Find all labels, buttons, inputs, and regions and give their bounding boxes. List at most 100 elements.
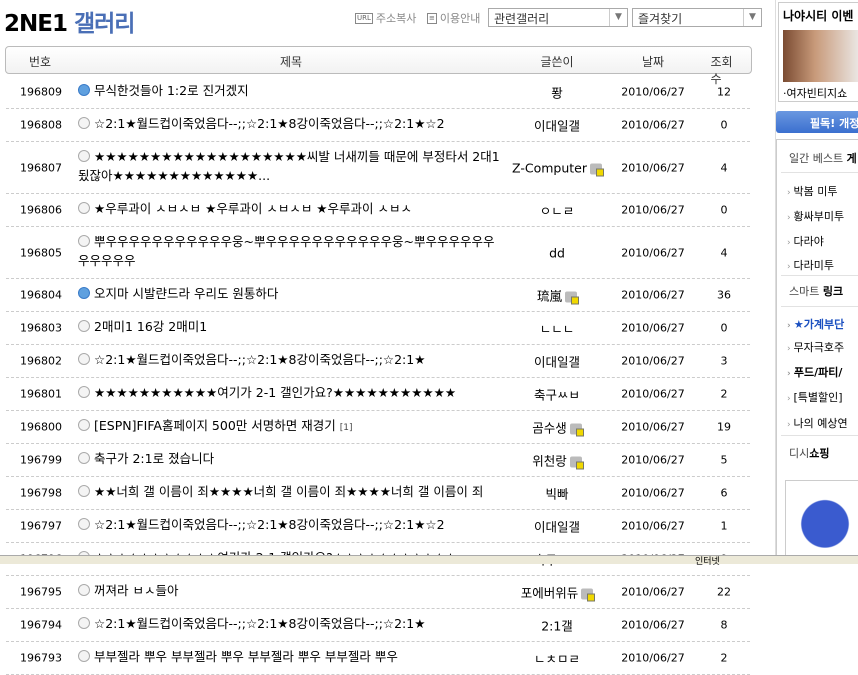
table-row: 196805 뿌우우우우우우우우우우우웅~뿌우우우우우우우우우우우웅~뿌우우우우… [6, 227, 750, 279]
best-item[interactable]: 다라야 [787, 233, 823, 249]
gallery-title[interactable]: 2NE1 갤러리 [4, 4, 135, 38]
related-gallery-select[interactable]: 관련갤러리 ▼ [488, 8, 628, 27]
post-views: 4 [720, 161, 728, 174]
post-number: 196800 [20, 420, 62, 434]
post-date: 2010/06/27 [621, 85, 685, 99]
notice-button[interactable]: 필독! 개정 [776, 111, 858, 133]
document-icon: ≡ [427, 12, 437, 24]
smart-link[interactable]: 푸드/파티/ [787, 364, 843, 380]
best-item[interactable]: 다라미투 [787, 257, 833, 273]
post-number: 196809 [20, 85, 62, 99]
post-author[interactable]: ㄴㅊㅁㄹ [506, 649, 608, 668]
post-author[interactable]: 곰수생 [506, 418, 608, 437]
post-number: 196801 [20, 387, 62, 401]
text-post-icon [78, 386, 90, 398]
best-item[interactable]: 박봄 미투 [787, 183, 837, 199]
table-row: 196800 [ESPN]FIFA홈페이지 500만 서명하면 재경기 [1] … [6, 411, 750, 444]
post-author[interactable]: 포에버위듀 [506, 583, 608, 602]
post-views: 0 [720, 118, 728, 132]
post-title-link[interactable]: 무식한것들아 1:2로 진거겠지 [78, 76, 503, 108]
smart-link[interactable]: 무자극호주 [787, 339, 844, 355]
smart-link[interactable]: 나의 예상연 [787, 415, 847, 431]
col-author[interactable]: 글쓴이 [540, 53, 573, 70]
post-title-link[interactable]: ☆2:1★월드컵이죽었음다--;;☆2:1★8강이죽었음다--;;☆2:1★ [78, 345, 503, 377]
daily-best-heading: 일간 베스트 게 [789, 152, 857, 165]
post-author[interactable]: 빅빠 [506, 484, 608, 503]
post-title-link[interactable]: ☆2:1★월드컵이죽었음다--;;☆2:1★8강이죽었음다--;;☆2:1★☆2 [78, 109, 503, 141]
post-views: 3 [720, 354, 728, 368]
smart-link[interactable]: ★가계부단 [787, 316, 844, 332]
post-title-link[interactable]: ☆2:1★월드컵이죽었음다--;;☆2:1★8강이죽었음다--;;☆2:1★ [78, 609, 503, 641]
post-title-link[interactable]: 오지마 시발랸드라 우리도 원통하다 [78, 279, 503, 311]
post-views: 5 [720, 453, 728, 467]
post-date: 2010/06/27 [621, 288, 685, 302]
post-title-link[interactable]: 부부젤라 뿌우 부부젤라 뿌우 부부젤라 뿌우 부부젤라 뿌우 [78, 642, 503, 674]
post-title-link[interactable]: 축구가 2:1로 졌습니다 [78, 444, 503, 476]
post-date: 2010/06/27 [621, 321, 685, 335]
table-row: 196802 ☆2:1★월드컵이죽었음다--;;☆2:1★8강이죽었음다--;;… [6, 345, 750, 378]
post-title-link[interactable]: ★★★★★★★★★★★여기가 2-1 갤인가요?★★★★★★★★★★★ [78, 378, 503, 410]
post-number: 196808 [20, 118, 62, 132]
copy-address-link[interactable]: URL 주소복사 [355, 10, 416, 26]
post-date: 2010/06/27 [621, 486, 685, 500]
post-author[interactable]: ㄴㄴㄴ [506, 319, 608, 338]
post-views: 0 [720, 321, 728, 335]
post-title-link[interactable]: [ESPN]FIFA홈페이지 500만 서명하면 재경기 [1] [78, 411, 503, 443]
post-title-link[interactable]: 꺼져라 ㅂㅅ들아 [78, 576, 503, 608]
table-row: 196801 ★★★★★★★★★★★여기가 2-1 갤인가요?★★★★★★★★★… [6, 378, 750, 411]
post-author[interactable]: 이대일갤 [506, 517, 608, 536]
post-author[interactable]: 琉嵐 [506, 286, 608, 305]
favorites-select[interactable]: 즐겨찾기 ▼ [632, 8, 762, 27]
post-title-link[interactable]: ☆2:1★월드컵이죽었음다--;;☆2:1★8강이죽었음다--;;☆2:1★☆2 [78, 510, 503, 542]
post-number: 196803 [20, 321, 62, 335]
table-row: 196806 ★우루과이 ㅅㅂㅅㅂ ★우루과이 ㅅㅂㅅㅂ ★우루과이 ㅅㅂㅅ ㅇ… [6, 194, 750, 227]
post-number: 196802 [20, 354, 62, 368]
col-title[interactable]: 제목 [280, 53, 302, 70]
post-views: 8 [720, 618, 728, 632]
post-views: 0 [720, 203, 728, 217]
dc-shopping-heading: 디시쇼핑 [789, 447, 830, 460]
post-title-link[interactable]: ★★★★★★★★★★★★★★★★★★★씨발 너새끼들 때문에 부정타서 2대1 … [78, 142, 503, 193]
post-views: 2 [720, 387, 728, 401]
image-post-icon [78, 287, 90, 299]
post-title-link[interactable]: 2매미1 16강 2매미1 [78, 312, 503, 344]
fixed-nick-icon [565, 291, 579, 305]
post-number: 196797 [20, 519, 62, 533]
status-bar: 인터넷 [0, 555, 858, 567]
post-date: 2010/06/27 [621, 354, 685, 368]
smart-link[interactable]: [특별할인] [787, 389, 842, 405]
text-post-icon [78, 419, 90, 431]
post-author[interactable]: 2:1갤 [506, 616, 608, 635]
best-item[interactable]: 황싸부미투 [787, 208, 844, 224]
post-author[interactable]: ㅇㄴㄹ [506, 201, 608, 220]
post-author[interactable]: 위천랑 [506, 451, 608, 470]
chevron-down-icon: ▼ [743, 9, 761, 26]
shirt-product-image[interactable] [785, 480, 858, 560]
post-author[interactable]: 퐝 [506, 83, 608, 102]
post-date: 2010/06/27 [621, 203, 685, 217]
post-author[interactable]: 이대일갤 [506, 352, 608, 371]
post-date: 2010/06/27 [621, 618, 685, 632]
event-photo[interactable] [783, 30, 858, 82]
post-author[interactable]: 이대일갤 [506, 116, 608, 135]
fixed-nick-icon [590, 163, 604, 176]
post-author[interactable]: Z-Computer [506, 160, 608, 176]
comment-count[interactable]: [1] [340, 423, 353, 433]
image-post-icon [78, 84, 90, 96]
post-title-link[interactable]: ★★너희 갤 이름이 죄★★★★너희 갤 이름이 죄★★★★너희 갤 이름이 죄 [78, 477, 503, 509]
url-icon: URL [355, 12, 373, 24]
post-author[interactable]: 축구ㅆㅂ [506, 385, 608, 404]
post-number: 196795 [20, 585, 62, 599]
guide-link[interactable]: ≡ 이용안내 [427, 10, 480, 26]
event-box[interactable]: 나야시티 이벤 ·여자빈티지쇼 [778, 2, 858, 102]
post-views: 22 [717, 585, 731, 599]
table-row: 196803 2매미1 16강 2매미1 ㄴㄴㄴ 2010/06/27 0 [6, 312, 750, 345]
col-date[interactable]: 날짜 [642, 53, 664, 70]
fixed-nick-icon [581, 588, 596, 602]
table-row: 196804 오지마 시발랸드라 우리도 원통하다 琉嵐 2010/06/27 … [6, 279, 750, 312]
post-title-link[interactable]: ★우루과이 ㅅㅂㅅㅂ ★우루과이 ㅅㅂㅅㅂ ★우루과이 ㅅㅂㅅ [78, 194, 503, 226]
col-number[interactable]: 번호 [29, 53, 51, 70]
post-title-link[interactable]: 뿌우우우우우우우우우우우웅~뿌우우우우우우우우우우우웅~뿌우우우우우우우우우우우 [78, 227, 503, 278]
text-post-icon [78, 650, 90, 662]
post-author[interactable]: dd [506, 245, 608, 260]
